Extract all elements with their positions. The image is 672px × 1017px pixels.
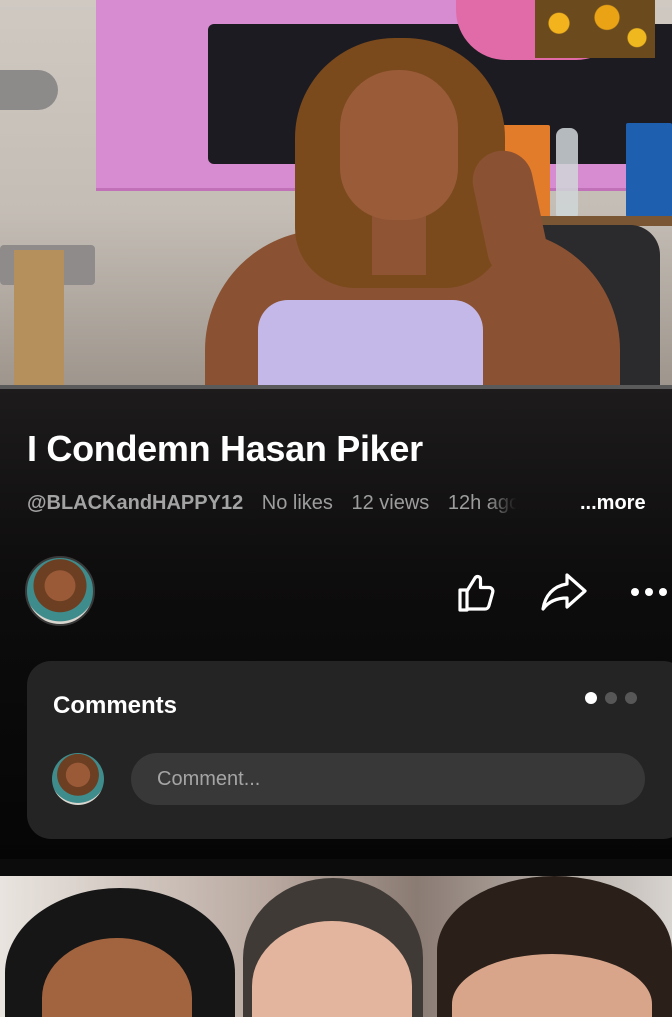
like-button[interactable]	[447, 565, 503, 621]
next-video-thumbnail[interactable]	[0, 876, 672, 1017]
cat-tree-post	[14, 250, 64, 386]
share-arrow-icon	[541, 573, 587, 611]
more-options-button[interactable]	[626, 564, 672, 620]
page-dot	[585, 692, 597, 704]
comments-page-dots	[585, 692, 637, 704]
video-metadata[interactable]: @BLACKandHAPPY12 No likes 12 views 12h a…	[27, 492, 672, 520]
upload-age: 12h ago	[447, 492, 521, 514]
comments-card[interactable]	[27, 661, 672, 839]
sunflower-artwork	[535, 0, 655, 58]
thumbs-up-icon	[458, 574, 495, 612]
user-avatar	[52, 753, 104, 805]
more-button[interactable]: ...more	[580, 492, 646, 515]
bottle	[556, 128, 578, 218]
presenter-face	[340, 70, 458, 220]
view-count: 12 views	[351, 492, 430, 514]
presenter-top	[258, 300, 483, 386]
page-dot	[625, 692, 637, 704]
video-title: I Condemn Hasan Piker	[27, 428, 423, 469]
cat-tree	[0, 70, 58, 110]
comment-input[interactable]	[131, 753, 645, 805]
comments-title: Comments	[53, 692, 178, 719]
like-count: No likes	[261, 492, 333, 514]
more-horizontal-icon	[631, 588, 667, 596]
share-button[interactable]	[536, 564, 592, 620]
channel-handle[interactable]: @BLACKandHAPPY12	[27, 492, 243, 514]
video-player[interactable]	[0, 0, 672, 386]
page-dot	[605, 692, 617, 704]
book	[626, 123, 672, 217]
channel-avatar[interactable]	[25, 556, 95, 626]
